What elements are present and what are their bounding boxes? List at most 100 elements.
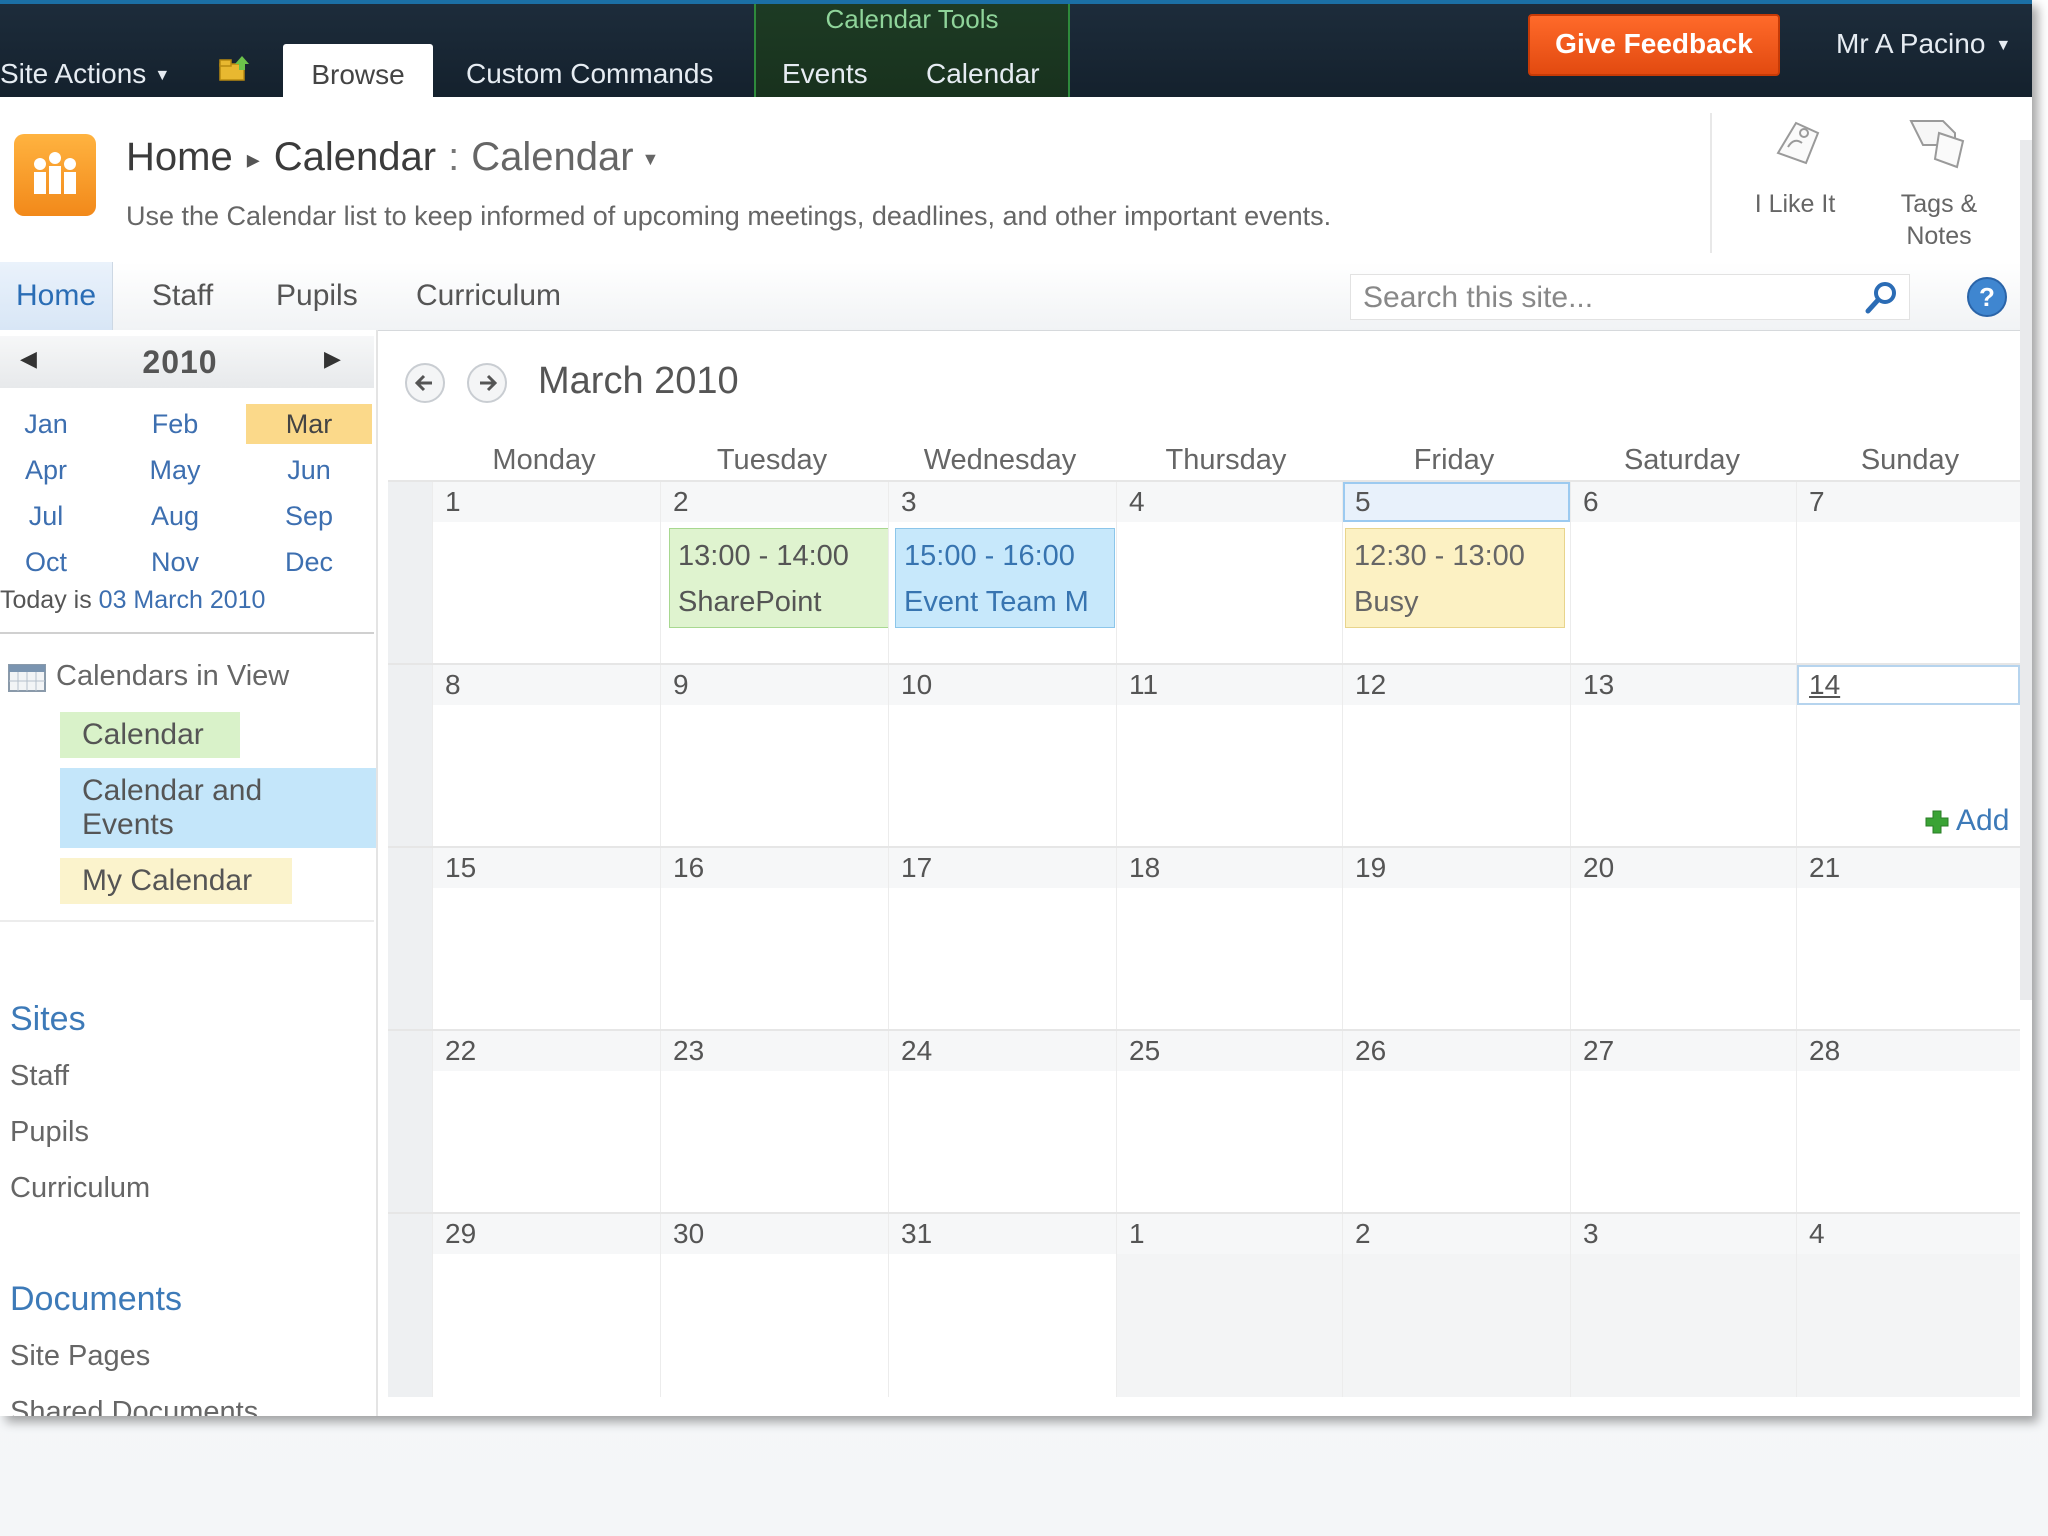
day-cell[interactable]: 15: [432, 848, 660, 1031]
day-of-week-header: Friday: [1413, 444, 1495, 476]
day-cell[interactable]: 19: [1342, 848, 1570, 1031]
day-cell[interactable]: 13: [1570, 665, 1796, 848]
tags-notes-button[interactable]: Tags & Notes: [1874, 111, 2004, 252]
calendar-week-row: 8 9 10 11 12 13 14: [388, 663, 2020, 848]
chevron-down-icon: ▼: [1995, 36, 2012, 54]
tag-note-icon: [1909, 120, 1965, 169]
tab-browse[interactable]: Browse: [283, 44, 433, 101]
search-icon[interactable]: [1861, 279, 1901, 317]
quicklaunch-curriculum[interactable]: Curriculum: [10, 1172, 150, 1205]
day-of-week-header: Monday: [492, 444, 596, 476]
day-cell[interactable]: 1: [432, 482, 660, 665]
day-cell[interactable]: 31: [888, 1214, 1116, 1397]
month-feb[interactable]: Feb: [115, 404, 235, 444]
day-number: 18: [1129, 852, 1161, 883]
day-cell-other-month[interactable]: 2: [1342, 1214, 1570, 1397]
navigate-up-icon[interactable]: [218, 54, 252, 82]
day-cell[interactable]: 26: [1342, 1031, 1570, 1214]
month-oct[interactable]: Oct: [0, 542, 106, 582]
month-aug[interactable]: Aug: [115, 496, 235, 536]
day-cell[interactable]: 28: [1796, 1031, 2020, 1214]
quicklaunch-documents-heading[interactable]: Documents: [10, 1280, 182, 1319]
next-year-icon[interactable]: ▶: [324, 346, 341, 372]
day-number: 26: [1355, 1035, 1387, 1066]
day-cell[interactable]: 2 13:00 - 14:00 SharePoint: [660, 482, 889, 665]
scrollbar[interactable]: [2020, 140, 2032, 1000]
thumbs-up-tag-icon: [1776, 121, 1820, 165]
search-input[interactable]: [1351, 275, 1865, 321]
day-cell[interactable]: 6: [1570, 482, 1796, 665]
topnav-curriculum[interactable]: Curriculum: [416, 262, 561, 330]
breadcrumb-home[interactable]: Home: [126, 135, 233, 179]
legend-calendar-and-events[interactable]: Calendar and Events: [60, 768, 376, 848]
day-cell[interactable]: 20: [1570, 848, 1796, 1031]
day-cell[interactable]: 29: [432, 1214, 660, 1397]
site-logo-icon[interactable]: [14, 134, 96, 216]
previous-month-icon[interactable]: [404, 362, 446, 404]
day-cell[interactable]: 9: [660, 665, 888, 848]
month-sep[interactable]: Sep: [249, 496, 369, 536]
day-cell[interactable]: 27: [1570, 1031, 1796, 1214]
chevron-down-icon[interactable]: ▼: [642, 149, 660, 169]
day-cell[interactable]: 11: [1116, 665, 1342, 848]
day-number: 6: [1583, 486, 1599, 517]
quicklaunch-sites-heading[interactable]: Sites: [10, 1000, 86, 1039]
day-cell[interactable]: 8: [432, 665, 660, 848]
day-cell[interactable]: 22: [432, 1031, 660, 1214]
add-event-link[interactable]: Add: [1924, 804, 2009, 838]
quicklaunch-site-pages[interactable]: Site Pages: [10, 1340, 150, 1373]
view-selector[interactable]: Calendar: [471, 135, 633, 179]
topnav-staff[interactable]: Staff: [152, 262, 213, 330]
day-cell[interactable]: 18: [1116, 848, 1342, 1031]
tab-events[interactable]: Events: [782, 58, 868, 90]
give-feedback-button[interactable]: Give Feedback: [1528, 14, 1780, 76]
day-cell-other-month[interactable]: 4: [1796, 1214, 2020, 1397]
topnav-home[interactable]: Home: [0, 262, 113, 330]
quicklaunch-pupils[interactable]: Pupils: [10, 1116, 89, 1149]
month-nov[interactable]: Nov: [115, 542, 235, 582]
month-jun[interactable]: Jun: [249, 450, 369, 490]
day-cell[interactable]: 21: [1796, 848, 2020, 1031]
day-cell[interactable]: 3 15:00 - 16:00 Event Team M: [888, 482, 1116, 665]
day-cell[interactable]: 7: [1796, 482, 2020, 665]
day-number: 14: [1809, 669, 1841, 700]
user-menu[interactable]: Mr A Pacino ▼: [1836, 28, 2011, 60]
day-cell[interactable]: 4: [1116, 482, 1342, 665]
topnav-pupils[interactable]: Pupils: [276, 262, 358, 330]
calendar-event[interactable]: 13:00 - 14:00 SharePoint: [669, 528, 889, 628]
day-number: 16: [673, 852, 705, 883]
calendar-event[interactable]: 15:00 - 16:00 Event Team M: [895, 528, 1115, 628]
day-cell[interactable]: 30: [660, 1214, 888, 1397]
i-like-it-button[interactable]: I Like It: [1740, 115, 1850, 220]
day-cell[interactable]: 23: [660, 1031, 888, 1214]
month-mar[interactable]: Mar: [246, 404, 372, 444]
breadcrumb-list[interactable]: Calendar: [274, 135, 436, 179]
day-cell[interactable]: 12: [1342, 665, 1570, 848]
day-cell[interactable]: 17: [888, 848, 1116, 1031]
legend-my-calendar[interactable]: My Calendar: [60, 858, 292, 904]
month-apr[interactable]: Apr: [0, 450, 106, 490]
legend-calendar[interactable]: Calendar: [60, 712, 240, 758]
day-cell-other-month[interactable]: 1: [1116, 1214, 1342, 1397]
quicklaunch-staff[interactable]: Staff: [10, 1060, 69, 1093]
day-number: 2: [673, 486, 689, 517]
help-icon[interactable]: ?: [1966, 276, 2008, 318]
day-cell[interactable]: 10: [888, 665, 1116, 848]
quicklaunch-shared-documents[interactable]: Shared Documents: [10, 1396, 258, 1416]
today-date-link[interactable]: 03 March 2010: [99, 586, 266, 614]
next-month-icon[interactable]: [466, 362, 508, 404]
day-cell[interactable]: 16: [660, 848, 888, 1031]
month-dec[interactable]: Dec: [249, 542, 369, 582]
month-jan[interactable]: Jan: [0, 404, 106, 444]
site-actions-menu[interactable]: Site Actions ▼: [0, 58, 170, 90]
tab-calendar[interactable]: Calendar: [926, 58, 1040, 90]
day-cell-other-month[interactable]: 3: [1570, 1214, 1796, 1397]
month-jul[interactable]: Jul: [0, 496, 106, 536]
day-cell[interactable]: 25: [1116, 1031, 1342, 1214]
day-cell-selected[interactable]: 5 12:30 - 13:00 Busy: [1342, 482, 1570, 665]
day-cell[interactable]: 24: [888, 1031, 1116, 1214]
tab-custom-commands[interactable]: Custom Commands: [466, 58, 713, 90]
month-may[interactable]: May: [115, 450, 235, 490]
today-label: Today is: [0, 586, 92, 614]
calendar-event[interactable]: 12:30 - 13:00 Busy: [1345, 528, 1565, 628]
